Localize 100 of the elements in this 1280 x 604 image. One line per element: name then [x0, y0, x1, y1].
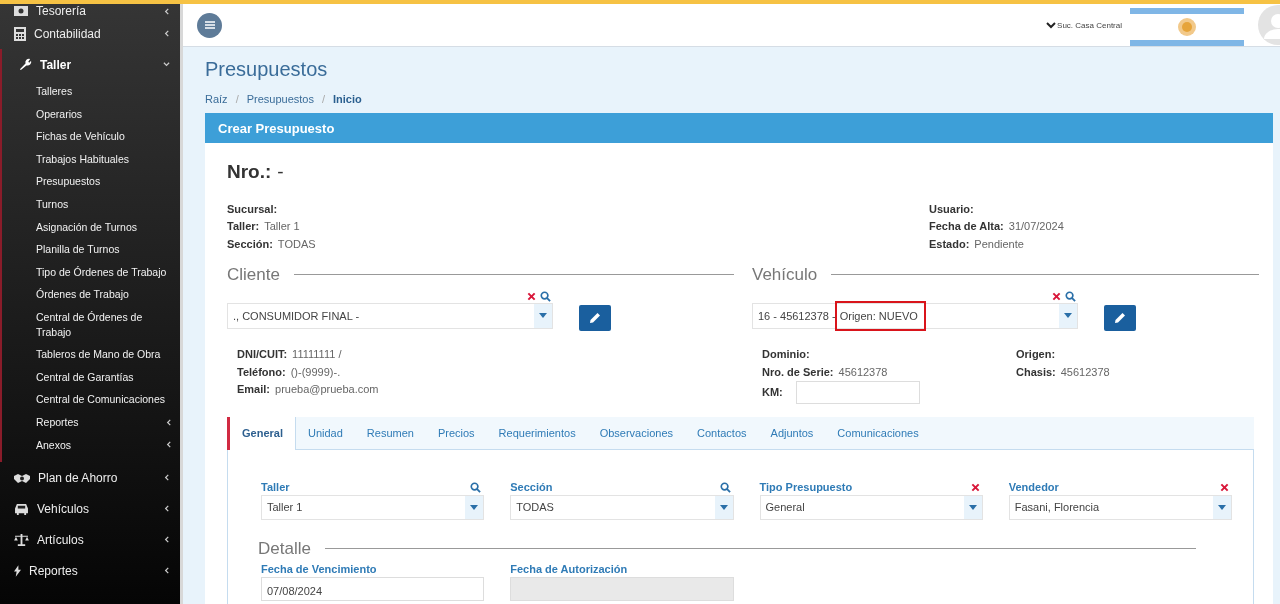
edit-button[interactable]: [579, 304, 611, 331]
clear-icon[interactable]: [1052, 291, 1061, 301]
sidebar-item[interactable]: Operarios: [2, 102, 180, 126]
sidebar-item[interactable]: Talleres: [2, 80, 180, 103]
select-field[interactable]: Fasani, Florencia: [1008, 494, 1232, 520]
sidebar-item[interactable]: Reportes: [2, 410, 180, 434]
sidebar-item[interactable]: Planilla de Turnos: [2, 238, 180, 261]
chevron-left-icon: [163, 567, 170, 575]
tab[interactable]: General: [227, 416, 296, 450]
chevron-left-icon: [163, 536, 170, 544]
chevron-left-icon: [163, 7, 170, 15]
detail-label: Nro. de Serie:: [762, 365, 834, 378]
search-icon[interactable]: [719, 481, 731, 493]
sidebar-item[interactable]: Turnos: [2, 192, 180, 216]
detail-label: KM:: [762, 386, 783, 398]
tab[interactable]: Adjuntos: [758, 416, 826, 449]
number-label: Nro.:: [227, 161, 272, 183]
tab[interactable]: Requerimientos: [486, 416, 588, 449]
panel-header: Crear Presupuesto: [205, 113, 1273, 143]
detail-label: DNI/CUIT:: [237, 348, 288, 361]
search-icon[interactable]: [540, 290, 551, 302]
select-field[interactable]: 16 - 45612378 - Origen: NUEVO: [752, 302, 1078, 329]
tab[interactable]: Contactos: [685, 416, 759, 449]
clear-icon[interactable]: [1220, 482, 1229, 492]
tab[interactable]: Unidad: [295, 416, 355, 449]
sidebar-item[interactable]: Presupuestos: [2, 170, 180, 193]
select-field[interactable]: General: [759, 494, 983, 520]
sidebar-item[interactable]: Central de Comunicaciones: [2, 388, 180, 411]
detail-value: 11111111 /: [292, 348, 342, 361]
page-title: Presupuestos: [205, 57, 329, 81]
pencil-icon: [589, 311, 601, 324]
sidebar-item[interactable]: Central de Garantías: [2, 365, 180, 389]
breadcrumb-separator: /: [321, 92, 325, 105]
sidebar-item[interactable]: Asignación de Turnos: [2, 215, 180, 239]
caret-icon: [963, 495, 982, 519]
search-icon[interactable]: [470, 481, 482, 493]
caret-icon: [714, 495, 733, 519]
sidebar-item[interactable]: Trabajos Habituales: [2, 147, 180, 171]
info-label: Taller:: [227, 220, 260, 233]
km-field[interactable]: [795, 380, 920, 404]
detail-label: Chasis:: [1016, 365, 1056, 378]
caret-icon: [1213, 495, 1231, 519]
caret-icon: [534, 303, 552, 328]
sidebar-item[interactable]: Artículos: [2, 524, 180, 556]
chevron-left-icon: [165, 418, 172, 426]
select-field[interactable]: ., CONSUMIDOR FINAL -: [227, 302, 553, 329]
chevron-left-icon: [163, 505, 170, 513]
detail-value: 45612378: [838, 365, 888, 378]
handshake-icon: [14, 471, 30, 484]
sidebar-item[interactable]: Vehículos: [2, 493, 180, 525]
breadcrumb-link[interactable]: Presupuestos: [246, 92, 314, 105]
info-label: Sección:: [227, 237, 273, 250]
sidebar-item[interactable]: Tableros de Mano de Obra: [2, 343, 180, 366]
sidebar-item[interactable]: Anexos: [2, 433, 180, 457]
field-label: Vendedor: [1008, 481, 1059, 493]
caret-icon: [465, 495, 484, 519]
detail-value: 45612378: [1060, 365, 1110, 378]
section-title: Vehículo: [752, 264, 818, 285]
info-label: Sucursal:: [227, 202, 278, 215]
select-field[interactable]: TODAS: [510, 494, 734, 520]
sidebar-item[interactable]: Órdenes de Trabajo: [2, 283, 180, 306]
info-value: TODAS: [277, 237, 316, 250]
search-icon[interactable]: [1065, 290, 1076, 302]
tab[interactable]: Precios: [425, 416, 487, 449]
sidebar-item[interactable]: Central de Órdenes de Trabajo: [2, 305, 180, 344]
section-title: Detalle: [258, 538, 311, 559]
calculator-icon: [14, 26, 26, 41]
chevron-down-icon: [1046, 21, 1057, 29]
select-field[interactable]: Taller 1: [261, 494, 485, 520]
sidebar-item[interactable]: Contabilidad: [2, 18, 180, 49]
tab[interactable]: Comunicaciones: [825, 416, 931, 449]
sidebar-item[interactable]: Tesorería: [2, 4, 180, 18]
number-value: -: [277, 161, 284, 183]
clear-icon[interactable]: [527, 291, 536, 301]
menu-icon: [204, 21, 215, 29]
edit-button[interactable]: [1104, 304, 1136, 331]
sidebar-item[interactable]: Reportes: [2, 555, 180, 587]
breadcrumb-link[interactable]: Raíz: [205, 92, 228, 105]
sidebar-item[interactable]: Taller: [2, 49, 180, 80]
tab[interactable]: Resumen: [354, 416, 426, 449]
field-label: Taller: [261, 481, 290, 493]
pencil-icon: [1114, 311, 1126, 324]
sidebar-item[interactable]: Fichas de Vehículo: [2, 125, 180, 148]
breadcrumb-separator: /: [235, 92, 239, 105]
breadcrumb-link[interactable]: Inicio: [333, 92, 362, 105]
sidebar-item[interactable]: Tipo de Órdenes de Trabajo: [2, 260, 180, 284]
tab[interactable]: Observaciones: [587, 416, 685, 449]
clear-icon[interactable]: [970, 482, 980, 492]
scale-icon: [14, 533, 29, 546]
branch-selector[interactable]: Suc. Casa Central: [1046, 20, 1122, 30]
info-value: Taller 1: [264, 220, 300, 233]
detail-label: Origen:: [1016, 348, 1056, 361]
lightning-icon: [14, 564, 21, 577]
date-field[interactable]: 07/08/2024: [261, 576, 485, 601]
menu-button[interactable]: [197, 12, 222, 38]
detail-label: Teléfono:: [237, 365, 286, 378]
wrench-icon: [19, 58, 32, 71]
car-icon: [14, 502, 29, 515]
caret-icon: [1059, 303, 1077, 328]
sidebar-item[interactable]: Plan de Ahorro: [2, 462, 180, 494]
